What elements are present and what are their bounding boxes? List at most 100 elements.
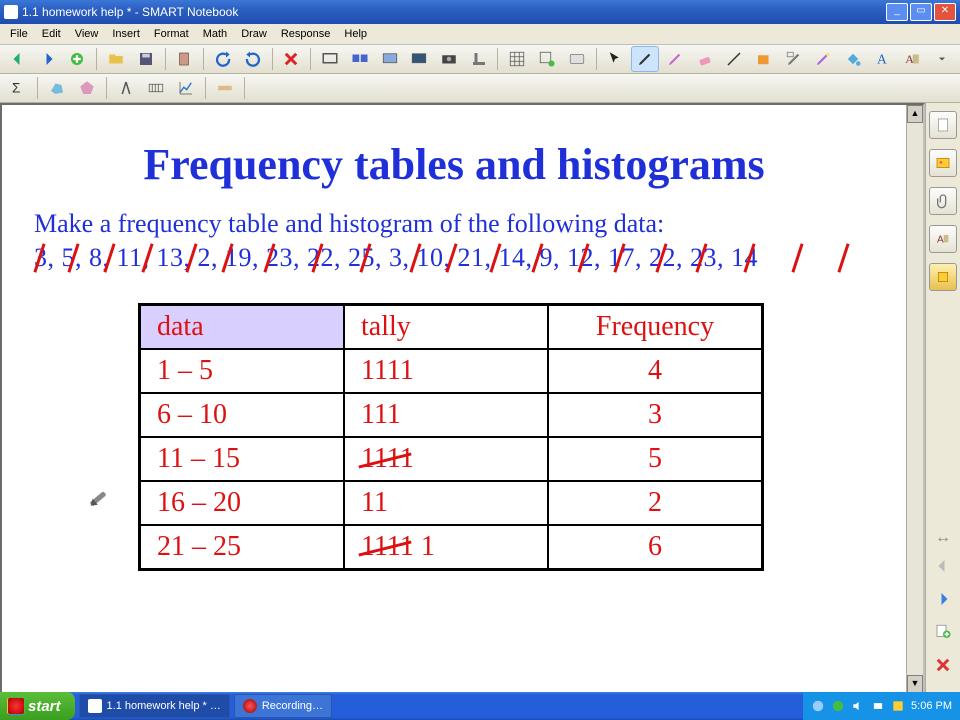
table-row: 16 – 20 11 2: [140, 481, 763, 525]
menu-edit[interactable]: Edit: [36, 26, 67, 42]
side-panel: A ↔: [925, 103, 960, 695]
taskbar-item-notebook[interactable]: 1.1 homework help * …: [79, 694, 230, 718]
delete-button[interactable]: [278, 46, 306, 72]
start-button[interactable]: start: [0, 692, 75, 720]
frequency-table: data tally Frequency 1 – 5 1111 4 6 – 10…: [138, 303, 764, 571]
vertical-scrollbar[interactable]: ▲ ▼: [906, 105, 923, 693]
th-tally: tally: [344, 305, 548, 350]
window-title: 1.1 homework help * - SMART Notebook: [22, 5, 238, 19]
table-button[interactable]: [503, 46, 531, 72]
table-row: 1 – 5 1111 4: [140, 349, 763, 393]
measurement-button[interactable]: [211, 75, 239, 101]
tray-clock[interactable]: 5:06 PM: [911, 700, 952, 712]
menu-view[interactable]: View: [69, 26, 105, 42]
taskbar-item-label: Recording…: [262, 700, 323, 712]
prev-page-button[interactable]: [4, 46, 32, 72]
screen-full-button[interactable]: [405, 46, 433, 72]
page-canvas[interactable]: Frequency tables and histograms Make a f…: [2, 105, 906, 693]
close-button[interactable]: ✕: [934, 3, 956, 21]
page-prompt: Make a frequency table and histogram of …: [34, 209, 664, 239]
doc-camera-button[interactable]: [465, 46, 493, 72]
work-area: Frequency tables and histograms Make a f…: [0, 103, 960, 695]
page-title: Frequency tables and histograms: [2, 139, 906, 190]
capture-button[interactable]: [435, 46, 463, 72]
insert-table-button[interactable]: [533, 46, 561, 72]
response-button[interactable]: [563, 46, 591, 72]
sigma-button[interactable]: Σ: [4, 75, 32, 101]
properties-tab[interactable]: A: [929, 225, 957, 253]
save-button[interactable]: [132, 46, 160, 72]
add-page-button[interactable]: [63, 46, 91, 72]
screen-transparent-button[interactable]: [376, 46, 404, 72]
move-panel-icon[interactable]: ↔: [935, 529, 951, 547]
scroll-down-button[interactable]: ▼: [907, 675, 923, 693]
svg-text:A: A: [877, 52, 887, 67]
table-row: 6 – 10 111 3: [140, 393, 763, 437]
ruler-table-button[interactable]: [142, 75, 170, 101]
menu-math[interactable]: Math: [197, 26, 233, 42]
tray-icon[interactable]: [811, 699, 825, 713]
tray-icon[interactable]: [891, 699, 905, 713]
redo-button[interactable]: [239, 46, 267, 72]
math-toolbar: Σ: [0, 74, 960, 103]
more-tools-button[interactable]: [928, 46, 956, 72]
th-data: data: [140, 305, 345, 350]
next-page-nav[interactable]: [932, 590, 954, 613]
table-row: 21 – 25 1111 1 6: [140, 525, 763, 570]
system-tray[interactable]: 5:06 PM: [803, 692, 960, 720]
select-cursor-button[interactable]: [602, 46, 630, 72]
svg-text:Σ: Σ: [12, 81, 20, 96]
next-page-button[interactable]: [34, 46, 62, 72]
eraser-button[interactable]: [691, 46, 719, 72]
shape-pen-button[interactable]: [780, 46, 808, 72]
svg-text:A: A: [937, 234, 944, 245]
gallery-tab[interactable]: [929, 149, 957, 177]
menu-help[interactable]: Help: [338, 26, 373, 42]
page-data-list: 3, 5, 8, 11, 13, 2, 19, 23, 22, 25, 3, 1…: [34, 243, 758, 273]
canvas-viewport: Frequency tables and histograms Make a f…: [0, 103, 925, 695]
properties-button[interactable]: A: [899, 46, 927, 72]
tray-icon[interactable]: [831, 699, 845, 713]
prev-page-nav[interactable]: [932, 557, 954, 580]
fill-button[interactable]: [839, 46, 867, 72]
menu-format[interactable]: Format: [148, 26, 195, 42]
taskbar-app-icon: [88, 699, 102, 713]
shape-tool-button[interactable]: [750, 46, 778, 72]
line-tool-button[interactable]: [720, 46, 748, 72]
pen-cursor-icon: [90, 489, 121, 520]
maximize-button[interactable]: ▭: [910, 3, 932, 21]
addons-tab[interactable]: [929, 263, 957, 291]
screen-normal-button[interactable]: [316, 46, 344, 72]
magic-pen-button[interactable]: [809, 46, 837, 72]
main-toolbar: A A: [0, 45, 960, 74]
scroll-up-button[interactable]: ▲: [907, 105, 923, 123]
delete-page-nav[interactable]: [932, 656, 954, 679]
tray-icon[interactable]: [871, 699, 885, 713]
page-sorter-tab[interactable]: [929, 111, 957, 139]
minimize-button[interactable]: _: [886, 3, 908, 21]
paste-button[interactable]: [170, 46, 198, 72]
menu-insert[interactable]: Insert: [106, 26, 146, 42]
attachments-tab[interactable]: [929, 187, 957, 215]
graph-button[interactable]: [172, 75, 200, 101]
shape-regular-button[interactable]: [73, 75, 101, 101]
taskbar-item-label: 1.1 homework help * …: [107, 700, 221, 712]
open-button[interactable]: [102, 46, 130, 72]
menu-bar: File Edit View Insert Format Math Draw R…: [0, 24, 960, 45]
add-page-nav[interactable]: [932, 623, 954, 646]
compass-button[interactable]: [112, 75, 140, 101]
taskbar-item-recording[interactable]: Recording…: [234, 694, 332, 718]
shape-irregular-button[interactable]: [43, 75, 71, 101]
pen-tool-button[interactable]: [631, 46, 659, 72]
menu-response[interactable]: Response: [275, 26, 337, 42]
tray-volume-icon[interactable]: [851, 699, 865, 713]
menu-draw[interactable]: Draw: [235, 26, 273, 42]
start-label: start: [28, 698, 61, 715]
menu-file[interactable]: File: [4, 26, 34, 42]
screen-dual-button[interactable]: [346, 46, 374, 72]
text-tool-button[interactable]: A: [869, 46, 897, 72]
creative-pen-button[interactable]: [661, 46, 689, 72]
taskbar: start 1.1 homework help * … Recording… 5…: [0, 692, 960, 720]
undo-button[interactable]: [209, 46, 237, 72]
windows-logo-icon: [8, 698, 24, 714]
